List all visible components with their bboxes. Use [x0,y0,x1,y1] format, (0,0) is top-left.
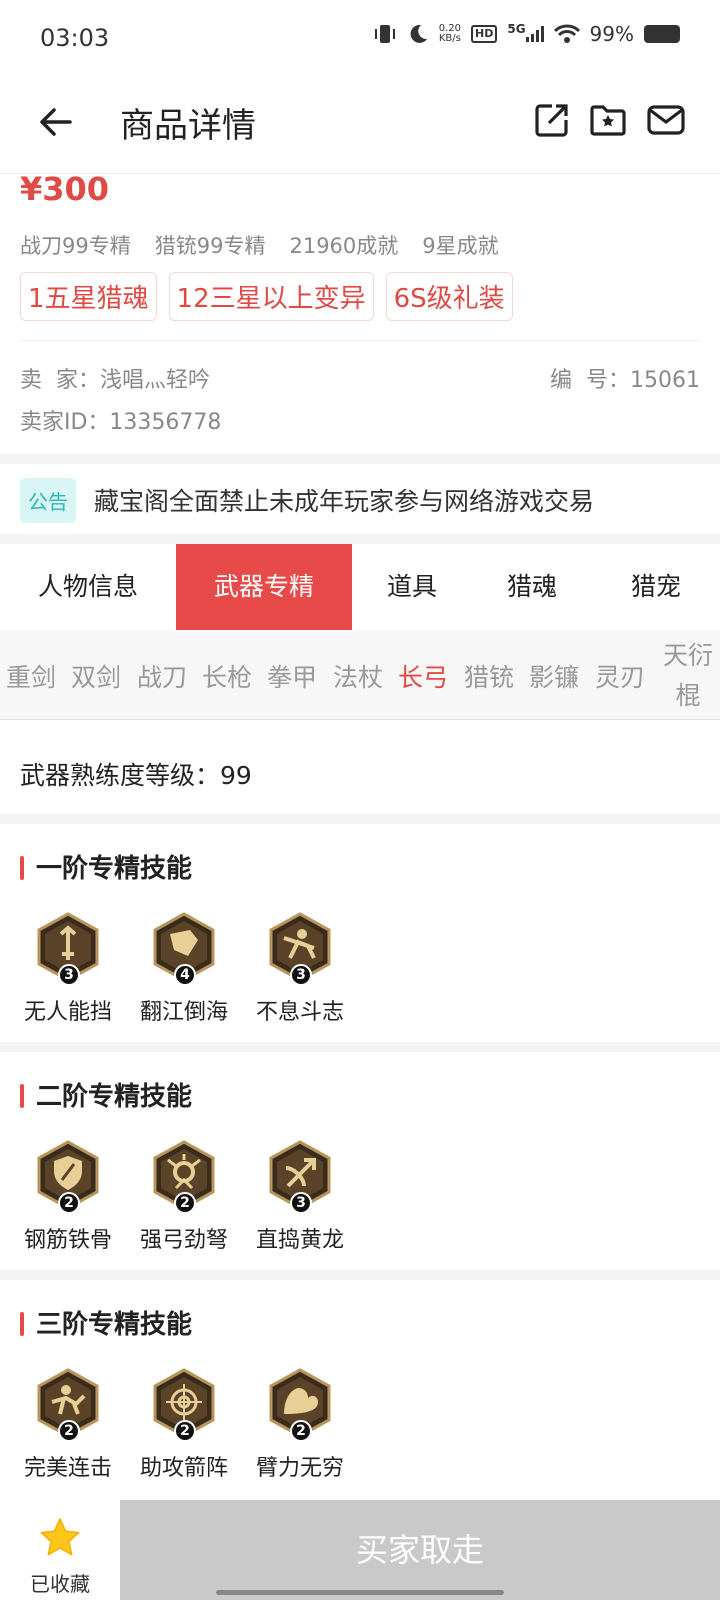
stat-item: 猎铳99专精 [154,234,266,258]
tab-hunting-souls[interactable]: 猎魂 [472,544,592,630]
battery-percent: 99% [589,22,634,46]
skill-item[interactable]: 2 钢筋铁骨 [13,1140,123,1254]
tab-character-info[interactable]: 人物信息 [0,544,176,630]
skill-item[interactable]: 3 直捣黄龙 [245,1140,355,1254]
back-arrow-icon[interactable] [36,102,76,142]
subtab-spear[interactable]: 长枪 [202,658,252,694]
skill-name: 直捣黄龙 [255,1228,344,1253]
status-icons: 0.20 KB/s HD 5G 99% [373,22,680,46]
skill-name: 助攻箭阵 [139,1456,228,1481]
wifi-icon [553,24,580,43]
skill-item[interactable]: 3 无人能挡 [13,912,123,1026]
skill-level-badge: 2 [174,1420,196,1442]
stat-item: 9星成就 [422,234,499,258]
section-title: 三阶专精技能 [20,1304,192,1341]
buyer-takes-button[interactable]: 买家取走 [120,1500,720,1600]
subtab-dual-swords[interactable]: 双剑 [71,658,121,694]
product-stats: 战刀99专精 猎铳99专精 21960成就 9星成就 [20,230,499,260]
stat-item: 21960成就 [289,234,399,258]
subtab-shadow-scythe[interactable]: 影镰 [529,658,579,694]
product-tags: 1五星猎魂 12三星以上变异 6S级礼装 [20,272,513,321]
tab-weapon-mastery[interactable]: 武器专精 [176,544,352,630]
skill-icon: 3 [36,912,100,986]
notice-text: 藏宝阁全面禁止未成年玩家参与网络游戏交易 [94,487,595,516]
tag-badge: 12三星以上变异 [168,272,374,321]
skill-item[interactable]: 2 完美连击 [13,1368,123,1482]
message-icon[interactable] [646,100,686,140]
section-title: 二阶专精技能 [20,1076,192,1113]
signal-icon: 5G [507,22,544,42]
skill-level-badge: 2 [58,1420,80,1442]
skill-item[interactable]: 3 不息斗志 [245,912,355,1026]
skill-icon: 2 [36,1140,100,1214]
skill-item[interactable]: 4 翻江倒海 [129,912,239,1026]
skill-name: 钢筋铁骨 [23,1228,112,1253]
bottom-action-bar: 已收藏 买家取走 [0,1500,720,1600]
subtab-hunting-gun[interactable]: 猎铳 [464,658,514,694]
skill-name: 完美连击 [23,1456,112,1481]
network-speed: 0.20 KB/s [438,23,461,44]
skill-icon: 3 [268,1140,332,1214]
skill-name: 不息斗志 [255,1000,344,1025]
favorite-label: 已收藏 [30,1572,90,1596]
skill-icon: 2 [268,1368,332,1442]
skill-name: 翻江倒海 [139,1000,228,1025]
moon-icon [410,24,427,43]
home-indicator [216,1590,504,1595]
tab-hunting-pets[interactable]: 猎宠 [592,544,720,630]
skill-icon: 2 [152,1368,216,1442]
star-icon [40,1518,80,1556]
skill-level-badge: 3 [290,1192,312,1214]
tag-badge: 1五星猎魂 [20,272,157,321]
hd-icon: HD [471,25,498,43]
seller-name: 卖 家：浅唱灬轻吟 [20,368,210,393]
stat-item: 战刀99专精 [20,234,131,258]
subtab-spirit-blade[interactable]: 灵刃 [595,658,645,694]
subtab-tianyan-staff[interactable]: 天衍棍 [658,636,718,716]
skill-item[interactable]: 2 臂力无穷 [245,1368,355,1482]
favorite-button[interactable]: 已收藏 [0,1500,120,1600]
skill-level-badge: 4 [174,964,196,986]
status-time: 03:03 [40,24,110,52]
subtab-longbow[interactable]: 长弓 [398,658,448,694]
skill-item[interactable]: 2 强弓劲弩 [129,1140,239,1254]
status-bar: 03:03 0.20 KB/s HD 5G 99% [0,0,720,80]
battery-icon [644,25,680,43]
main-tabs: 人物信息 武器专精 道具 猎魂 猎宠 [0,544,720,630]
vibrate-icon [374,25,395,43]
skill-icon: 4 [152,912,216,986]
skill-icon: 3 [268,912,332,986]
favorite-folder-icon[interactable] [588,100,628,140]
serial-number: 编 号：15061 [550,368,700,393]
subtab-war-blade[interactable]: 战刀 [137,658,187,694]
skill-level-badge: 3 [290,964,312,986]
notice-badge: 公告 [20,478,76,523]
skill-name: 臂力无穷 [255,1456,344,1481]
skill-level-badge: 2 [174,1192,196,1214]
subtab-staff[interactable]: 法杖 [333,658,383,694]
skill-item[interactable]: 2 助攻箭阵 [129,1368,239,1482]
share-icon[interactable] [532,100,572,140]
section-title: 一阶专精技能 [20,848,192,885]
skill-level-badge: 2 [58,1192,80,1214]
price: ¥300 [20,170,110,208]
skill-icon: 2 [36,1368,100,1442]
tag-badge: 6S级礼装 [385,272,513,321]
app-bar: 商品详情 [0,80,720,174]
divider [20,340,700,341]
page-title: 商品详情 [120,106,256,146]
skill-name: 无人能挡 [23,1000,112,1025]
skill-level-badge: 2 [290,1420,312,1442]
weapon-subtabs: 重剑 双剑 战刀 长枪 拳甲 法杖 长弓 猎铳 影镰 灵刃 天衍棍 [0,630,720,720]
skill-icon: 2 [152,1140,216,1214]
mastery-level: 武器熟练度等级：99 [20,761,252,790]
skill-level-badge: 3 [58,964,80,986]
tab-items[interactable]: 道具 [352,544,472,630]
skill-name: 强弓劲弩 [139,1228,228,1253]
subtab-gauntlet[interactable]: 拳甲 [267,658,317,694]
subtab-greatsword[interactable]: 重剑 [6,658,56,694]
seller-id: 卖家ID：13356778 [20,410,222,435]
